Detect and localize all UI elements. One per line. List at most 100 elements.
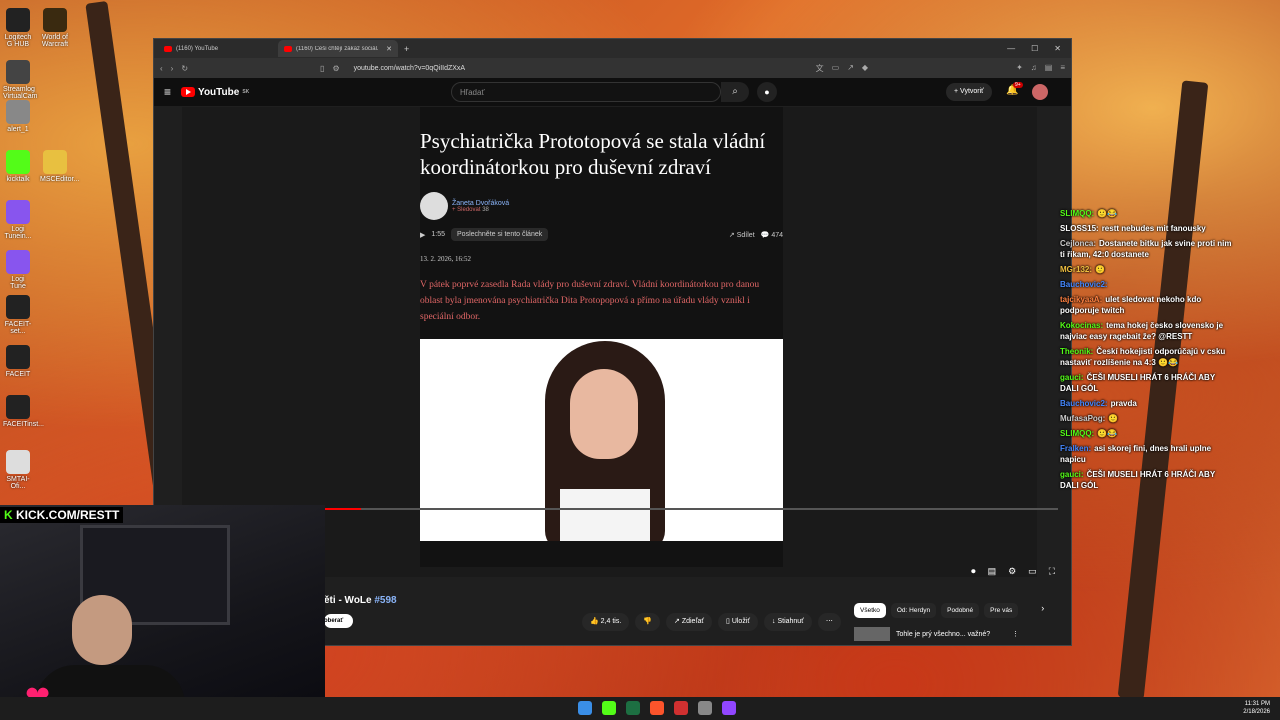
chat-message: MGr132: 🙂 bbox=[1060, 264, 1235, 275]
close-tab-icon[interactable]: ✕ bbox=[386, 45, 392, 53]
photo-shirt bbox=[560, 489, 650, 541]
chat-message: MufasaPog: 🙂 bbox=[1060, 413, 1235, 424]
more-actions-button[interactable]: ⋯ bbox=[817, 613, 841, 631]
translate-icon[interactable]: 文 bbox=[816, 63, 824, 74]
audio-play-icon: ▶ bbox=[420, 231, 426, 239]
desktop-icon[interactable]: FACEITinst... bbox=[3, 395, 44, 428]
chat-username: Fralken: bbox=[1060, 444, 1092, 453]
settings-icon[interactable]: ⚙ bbox=[1008, 566, 1016, 577]
autoplay-toggle[interactable]: ⏺ bbox=[971, 566, 976, 577]
tab-active-video[interactable]: (1160) Češi chtějí zákaz sociál... ✕ bbox=[278, 40, 398, 57]
chat-message: gauci: ČEŠI MUSELI HRÁT 6 HRÁČI ABY DALI … bbox=[1060, 469, 1235, 491]
youtube-logo[interactable]: YouTube SK bbox=[181, 87, 249, 98]
desktop-icon[interactable]: World of Warcraft bbox=[40, 8, 70, 48]
video-progress-bar[interactable] bbox=[324, 508, 1058, 510]
progress-fill bbox=[324, 508, 361, 510]
video-actions: 👍 2,4 tis. 👎 ↗ Zdieľať ▯ Uložiť ↓ Stiahn… bbox=[582, 613, 841, 631]
desktop-icon[interactable]: FACEIT bbox=[3, 345, 33, 378]
create-button[interactable]: + Vytvoriť bbox=[946, 83, 992, 101]
app-icon bbox=[6, 450, 30, 474]
tab-youtube[interactable]: (1160) YouTube bbox=[158, 40, 278, 57]
chip-for-you[interactable]: Pre vás bbox=[984, 603, 1019, 618]
desktop-icon[interactable]: Logi Tune bbox=[3, 250, 33, 290]
site-info-icon[interactable]: ⚙ bbox=[332, 64, 339, 73]
new-tab-button[interactable]: + bbox=[404, 44, 409, 54]
theater-mode-icon[interactable]: ▭ bbox=[1028, 566, 1037, 577]
back-icon[interactable]: ‹ bbox=[160, 64, 163, 73]
notification-badge: 9+ bbox=[1013, 82, 1023, 88]
search-button[interactable]: ⌕ bbox=[721, 82, 749, 102]
dislike-button[interactable]: 👎 bbox=[635, 613, 661, 631]
rec-title: Tohle je prý všechno... važné? bbox=[896, 630, 991, 638]
pip-icon[interactable]: ▭ bbox=[832, 63, 840, 74]
music-icon[interactable]: ♫ bbox=[1031, 63, 1037, 74]
desktop-icon[interactable]: Logitech G HUB bbox=[3, 8, 33, 48]
like-button[interactable]: 👍 2,4 tis. bbox=[582, 613, 630, 631]
chat-username: MufasaPog: bbox=[1060, 414, 1106, 423]
app-icon[interactable] bbox=[674, 701, 688, 715]
url-field[interactable]: youtube.com/watch?v=0qQiIIdZXxA bbox=[354, 65, 465, 72]
notifications-button[interactable]: 🔔 9+ bbox=[1006, 82, 1023, 96]
desktop-icon-label: kicktalk bbox=[6, 176, 30, 183]
hamburger-menu-icon[interactable]: ≡ bbox=[164, 85, 171, 99]
chat-username: gauci: bbox=[1060, 373, 1084, 382]
voice-search-button[interactable]: ● bbox=[757, 82, 777, 102]
desktop-icon[interactable]: Logi Tunein... bbox=[3, 200, 33, 240]
comments-count: 💬 474 bbox=[760, 231, 783, 239]
desktop-icon[interactable]: alert_1 bbox=[3, 100, 33, 133]
app-icon bbox=[6, 395, 30, 419]
kick-banner: K KICK.COM/RESTT bbox=[0, 507, 124, 523]
chat-message: Cejlonca: Dostanete bitku jak svine proti… bbox=[1060, 238, 1235, 260]
brave-icon[interactable] bbox=[650, 701, 664, 715]
share-icon[interactable]: ↗ bbox=[847, 63, 854, 74]
menu-icon[interactable]: ≡ bbox=[1060, 63, 1065, 74]
recommended-video[interactable]: Tohle je prý všechno... važné? ⋮ bbox=[854, 627, 1019, 641]
desktop-icon[interactable]: MSCEditor... bbox=[40, 150, 79, 183]
article-author: Žaneta Dvořáková + Sledovat 38 bbox=[420, 192, 783, 220]
subtitles-icon[interactable]: ▤ bbox=[988, 566, 997, 577]
twitch-icon[interactable] bbox=[722, 701, 736, 715]
sidebar-icon[interactable]: ▤ bbox=[1045, 63, 1053, 74]
chrome-icon[interactable] bbox=[698, 701, 712, 715]
chat-username: tajcikyaaA: bbox=[1060, 295, 1103, 304]
chip-from-channel[interactable]: Od: Herdyn bbox=[890, 603, 937, 618]
desktop-icon-label: Streamlog VirtualCam bbox=[3, 86, 38, 100]
chip-all[interactable]: Všetko bbox=[854, 603, 886, 618]
chat-username: Kokocinas: bbox=[1060, 321, 1104, 330]
save-button[interactable]: ▯ Uložiť bbox=[718, 613, 758, 631]
share-button[interactable]: ↗ Zdieľať bbox=[666, 613, 713, 631]
excel-icon[interactable] bbox=[626, 701, 640, 715]
subscribe-button[interactable]: oberať bbox=[324, 614, 354, 628]
minimize-button[interactable]: — bbox=[1007, 44, 1015, 53]
desktop-icon[interactable]: SMTAI-Ofi... bbox=[3, 450, 33, 490]
chat-message: SLIMQQ: 🙂😂 bbox=[1060, 208, 1235, 219]
forward-icon[interactable]: › bbox=[171, 64, 174, 73]
search-input[interactable]: Hľadať bbox=[451, 82, 721, 102]
desktop-icon[interactable]: kicktalk bbox=[3, 150, 33, 183]
tab-label: (1160) Češi chtějí zákaz sociál... bbox=[296, 45, 378, 52]
reload-icon[interactable]: ↻ bbox=[181, 64, 188, 73]
account-avatar[interactable] bbox=[1032, 84, 1048, 100]
start-icon[interactable] bbox=[578, 701, 592, 715]
desktop-icon[interactable]: FACEIT-set... bbox=[3, 295, 33, 335]
chips-next-icon[interactable]: › bbox=[1041, 603, 1044, 618]
desktop-icon-label: alert_1 bbox=[7, 126, 29, 133]
kick-app-icon[interactable] bbox=[602, 701, 616, 715]
chip-related[interactable]: Podobné bbox=[941, 603, 980, 618]
rec-more-icon[interactable]: ⋮ bbox=[1012, 630, 1019, 638]
extension-icon[interactable]: ◆ bbox=[862, 63, 868, 74]
chat-message: SLOSS15: restt nebudes mit fanousky bbox=[1060, 223, 1235, 234]
puzzle-icon[interactable]: ✦ bbox=[1016, 63, 1023, 74]
taskbar: 11:31 PM 2/18/2026 bbox=[0, 697, 1280, 720]
fullscreen-icon[interactable]: ⛶ bbox=[1049, 566, 1055, 577]
audio-row: ▶ 1:55 Poslechněte si tento článek ↗ Sdí… bbox=[420, 228, 783, 241]
desktop-icon[interactable]: Streamlog VirtualCam bbox=[3, 60, 38, 100]
maximize-button[interactable]: ☐ bbox=[1031, 44, 1038, 53]
chat-message: Bauchovic2: pravda bbox=[1060, 398, 1235, 409]
download-button[interactable]: ↓ Stiahnuť bbox=[764, 613, 812, 631]
video-title: ěti - WoLe #598 bbox=[324, 595, 397, 606]
system-tray-clock[interactable]: 11:31 PM 2/18/2026 bbox=[1243, 700, 1270, 716]
mic-icon: ● bbox=[764, 87, 770, 97]
close-window-button[interactable]: ✕ bbox=[1054, 44, 1061, 53]
bookmark-icon[interactable]: ▯ bbox=[320, 64, 324, 73]
